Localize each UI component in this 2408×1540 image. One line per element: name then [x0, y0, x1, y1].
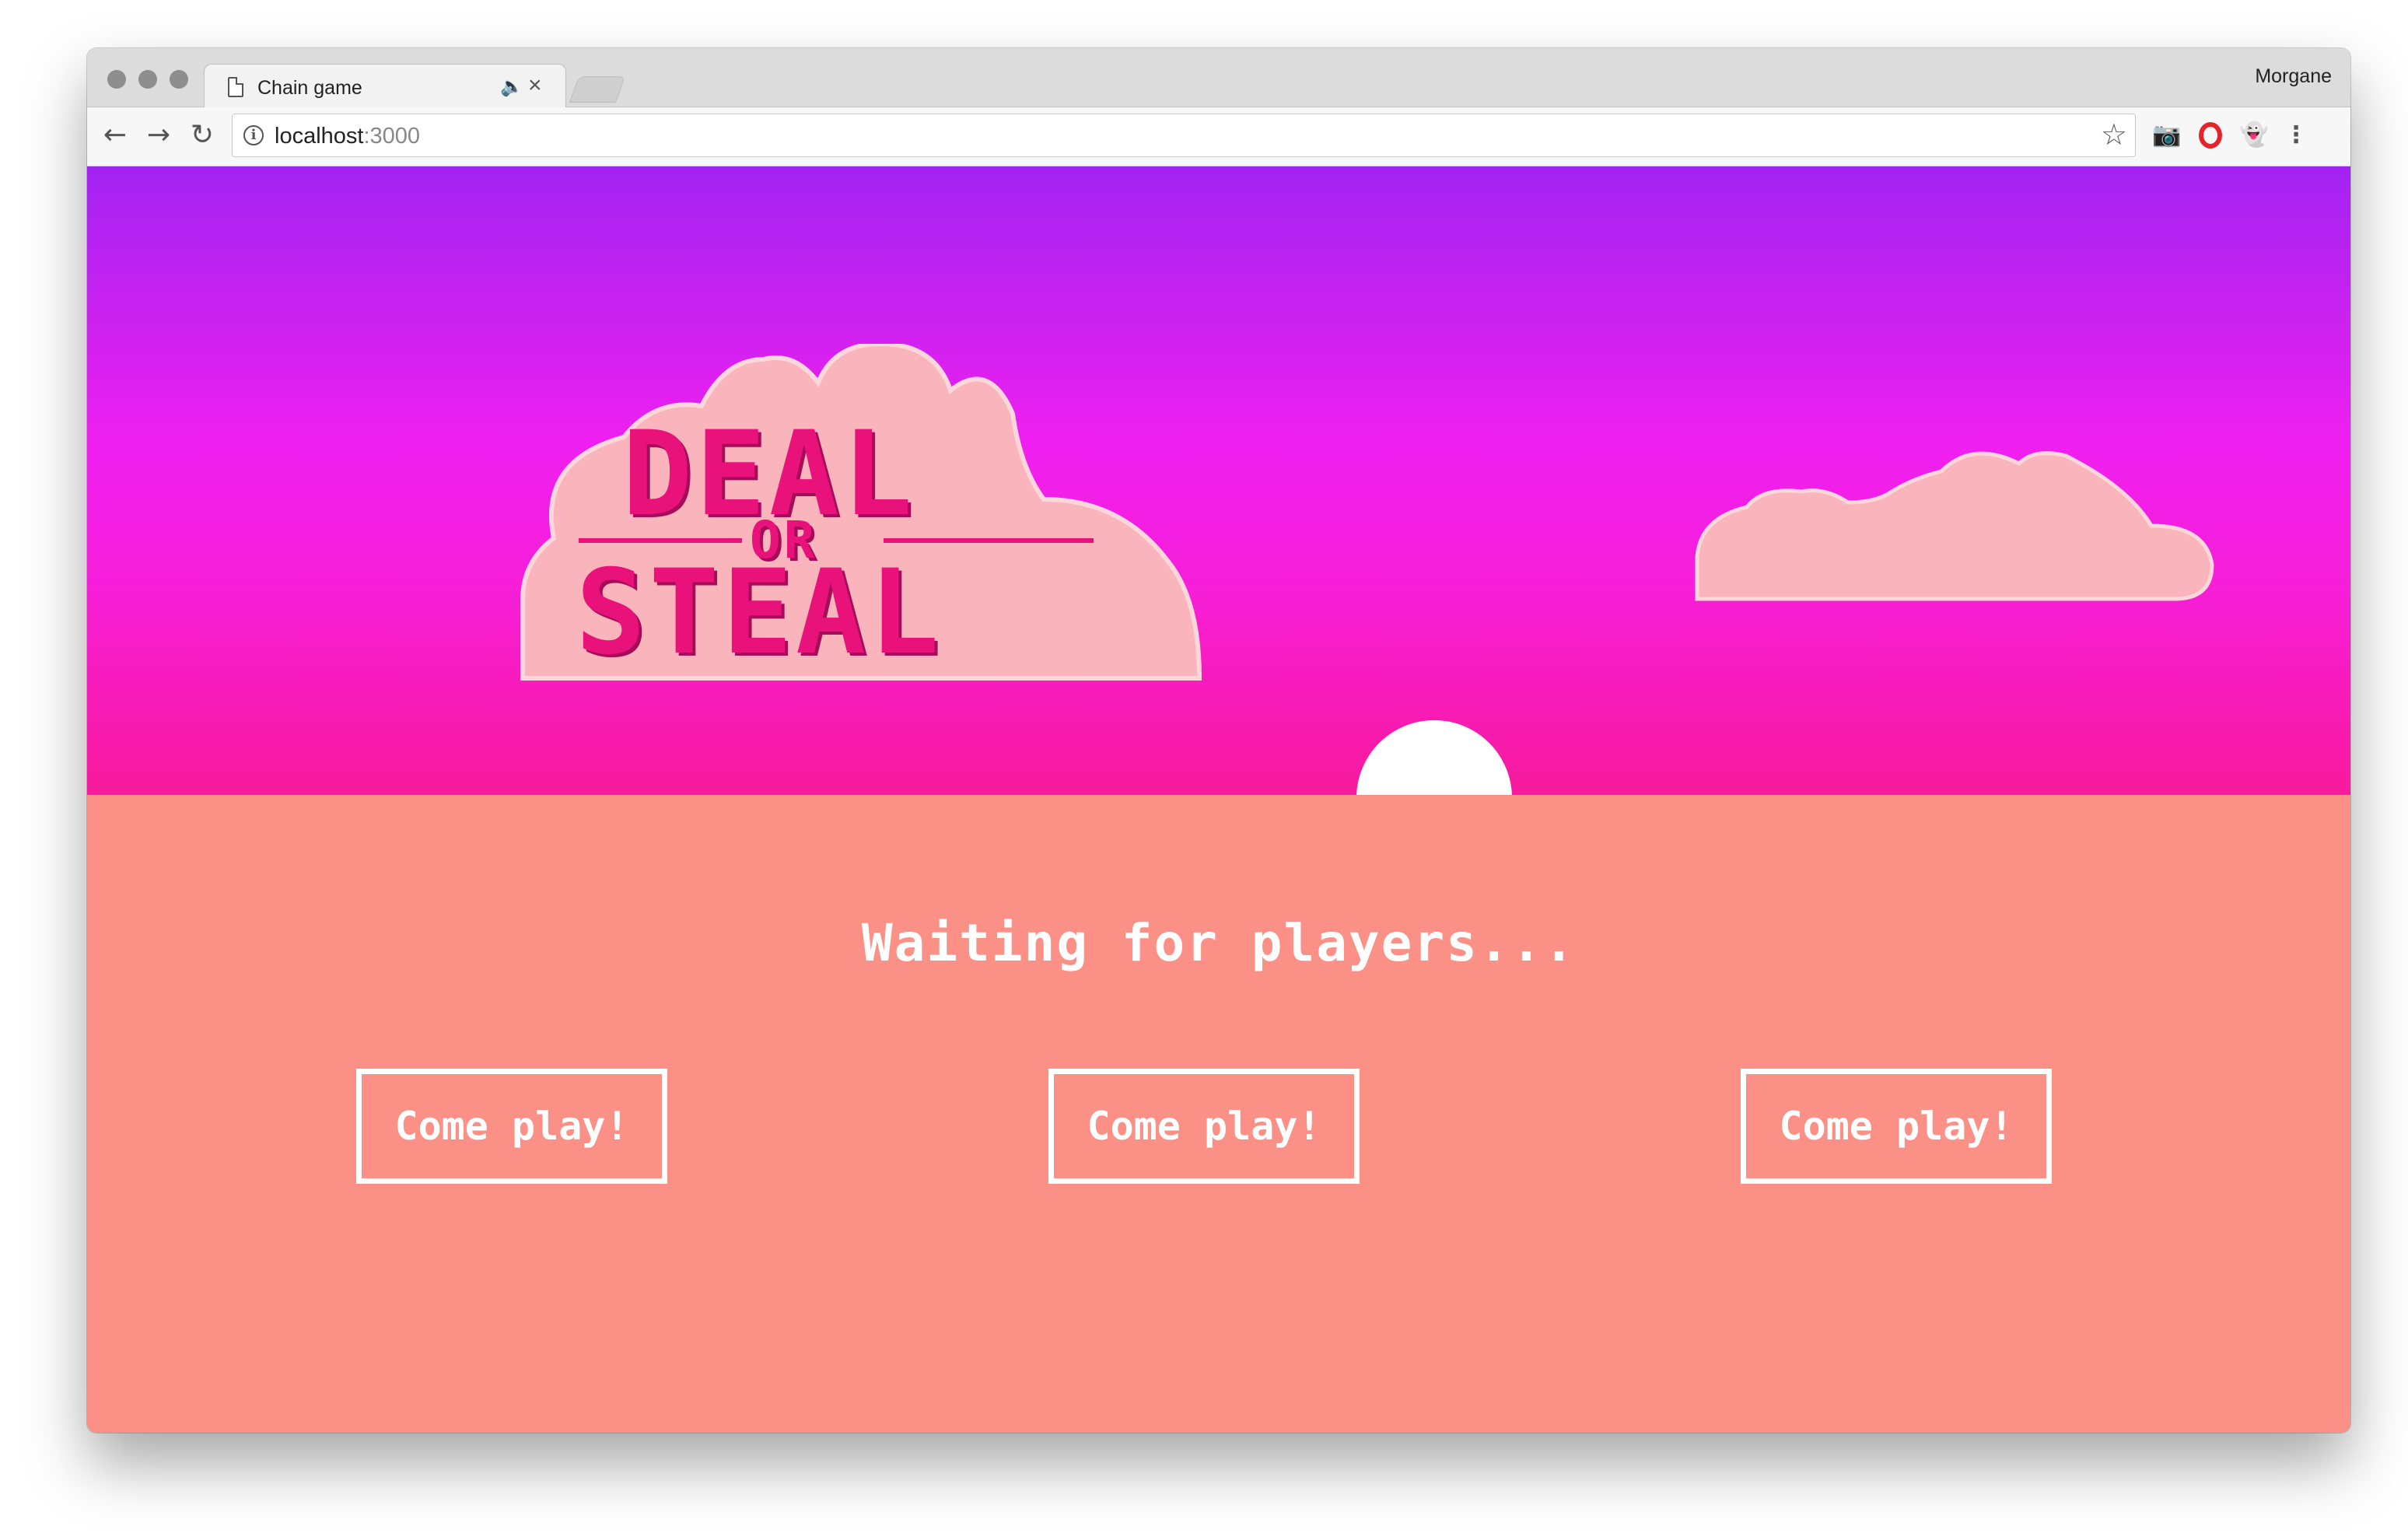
zoom-window-button[interactable] [170, 70, 188, 89]
forward-arrow-icon[interactable]: → [142, 118, 176, 152]
tab-title: Chain game [257, 77, 362, 99]
address-bar[interactable]: i localhost:3000 ☆ [232, 114, 2136, 157]
come-play-button-1[interactable]: Come play! [356, 1069, 667, 1184]
waiting-status: Waiting for players... [861, 913, 1577, 973]
url-port: :3000 [363, 124, 421, 149]
star-icon[interactable]: ☆ [2101, 117, 2127, 152]
tab-strip: Chain game 🔈 × Morgane [87, 48, 2350, 109]
minimize-window-button[interactable] [138, 70, 157, 89]
kebab-menu-icon[interactable]: ⋮ [2280, 120, 2312, 151]
desktop-background: Chain game 🔈 × Morgane ← → ↻ i localhost… [0, 0, 2408, 1540]
sun [1356, 720, 1512, 795]
new-tab-button[interactable] [569, 76, 626, 103]
url-host: localhost [275, 124, 364, 149]
reload-icon[interactable]: ↻ [185, 118, 219, 152]
back-arrow-icon[interactable]: ← [98, 118, 132, 152]
url-text[interactable]: localhost:3000 [275, 124, 420, 149]
logo-rule-left [579, 538, 742, 543]
logo-rule-right [884, 538, 1094, 543]
tab-chain-game[interactable]: Chain game 🔈 × [204, 64, 566, 109]
document-icon [228, 77, 243, 97]
camera-icon[interactable]: 📷 [2151, 120, 2182, 151]
profile-name[interactable]: Morgane [2255, 65, 2332, 88]
logo-steal: STEAL [576, 545, 943, 681]
info-icon[interactable]: i [243, 125, 264, 145]
come-play-button-3[interactable]: Come play! [1741, 1069, 2052, 1184]
opera-icon[interactable] [2195, 120, 2226, 151]
close-icon[interactable]: × [528, 72, 542, 99]
cloud-right [1695, 451, 2214, 601]
page-viewport: DEAL OR STEAL Waiting for players... Com… [87, 166, 2350, 1433]
speaker-icon[interactable]: 🔈 [500, 75, 523, 98]
ghostery-icon[interactable]: 👻 [2238, 120, 2270, 151]
browser-window: Chain game 🔈 × Morgane ← → ↻ i localhost… [87, 48, 2350, 1433]
browser-toolbar: ← → ↻ i localhost:3000 ☆ 📷 👻 ⋮ [87, 107, 2350, 166]
close-window-button[interactable] [107, 70, 126, 89]
come-play-button-2[interactable]: Come play! [1048, 1069, 1360, 1184]
